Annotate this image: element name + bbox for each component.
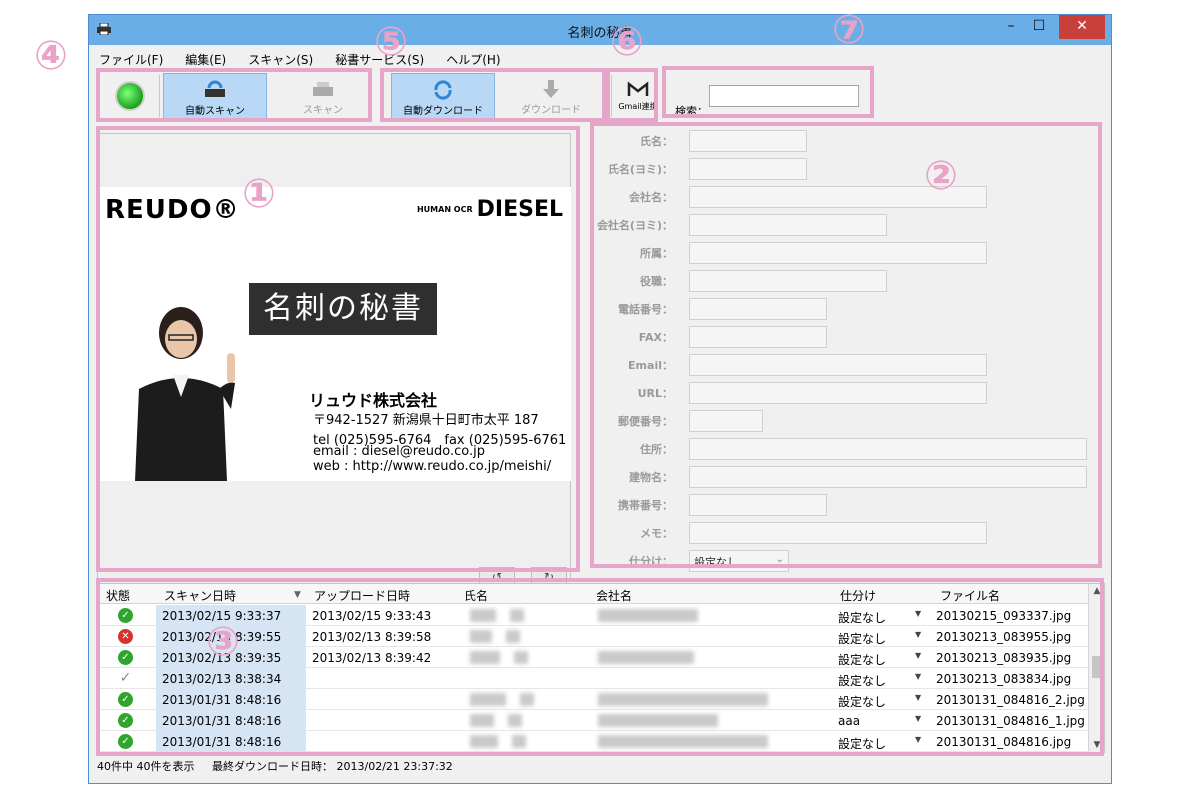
menu-edit[interactable]: 編集(E)	[183, 49, 228, 69]
window-title: 名刺の秘書	[567, 26, 633, 41]
callout-box-card-list	[96, 578, 1104, 756]
callout-box-card-image	[96, 126, 580, 572]
callout-box-detail-form	[590, 122, 1102, 568]
menu-scan[interactable]: スキャン(S)	[246, 49, 315, 69]
last-download-time: 最終ダウンロード日時： 2013/02/21 23:37:32	[212, 760, 453, 773]
status-bar: 40件中 40件を表示 最終ダウンロード日時： 2013/02/21 23:37…	[97, 758, 467, 776]
title-bar: 名刺の秘書 – ☐ ✕	[89, 15, 1111, 45]
callout-box-download	[380, 68, 606, 122]
callout-number-3: ③	[206, 619, 240, 665]
callout-box-gmail	[606, 68, 658, 122]
maximize-button[interactable]: ☐	[1025, 15, 1053, 39]
menu-help[interactable]: ヘルプ(H)	[444, 49, 502, 69]
menu-file[interactable]: ファイル(F)	[97, 49, 165, 69]
minimize-button[interactable]: –	[997, 15, 1025, 39]
callout-number-7: ⑦	[832, 7, 866, 53]
close-button[interactable]: ✕	[1059, 15, 1105, 39]
callout-box-search	[662, 66, 874, 118]
callout-number-2: ②	[924, 153, 958, 199]
callout-number-5: ⑤	[374, 19, 408, 65]
record-count: 40件中 40件を表示	[97, 760, 195, 773]
callout-number-6: ⑥	[610, 19, 644, 65]
callout-number-4: ④	[34, 33, 68, 79]
callout-number-1: ①	[242, 171, 276, 217]
callout-box-scan	[96, 68, 372, 122]
menu-bar: ファイル(F) 編集(E) スキャン(S) 秘書サービス(S) ヘルプ(H)	[97, 49, 503, 69]
